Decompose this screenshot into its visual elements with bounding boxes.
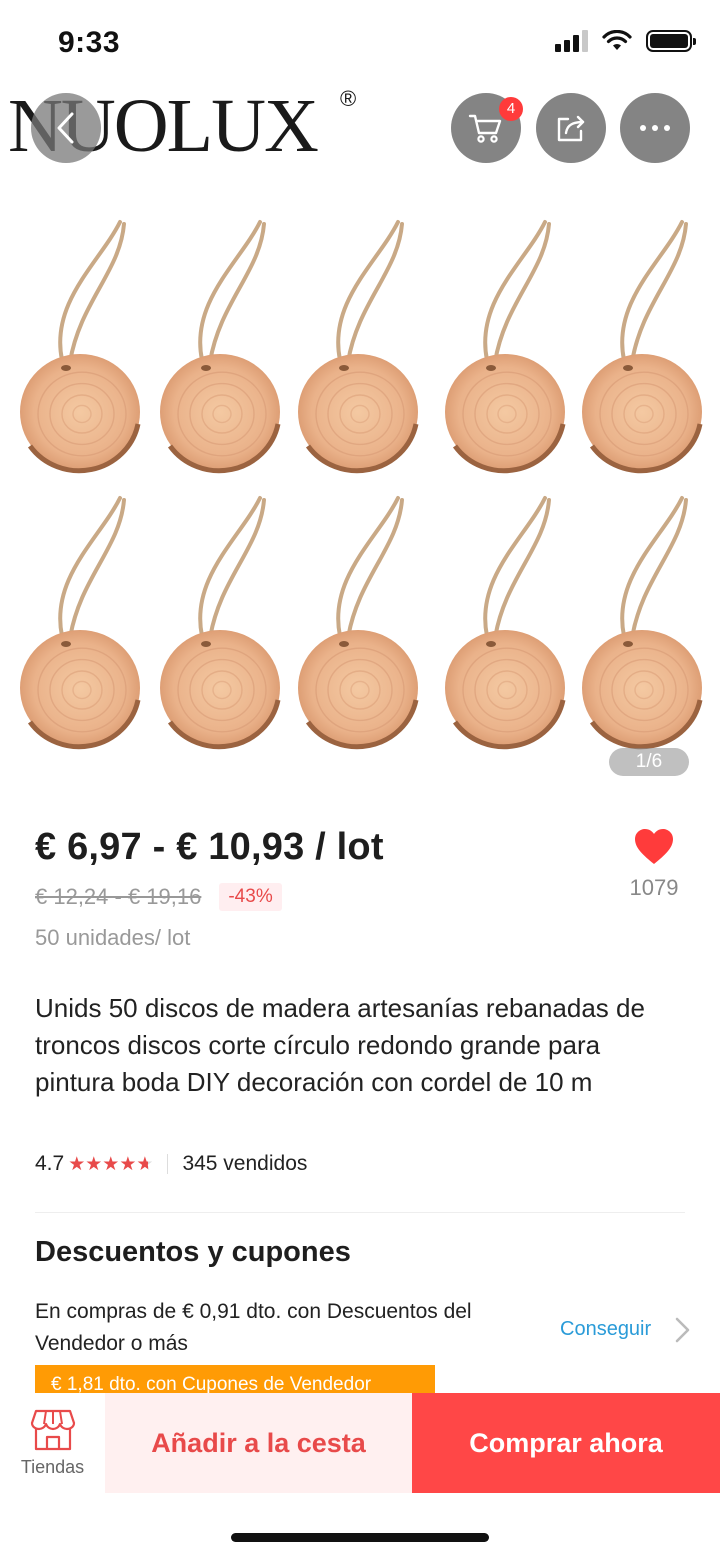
original-price: € 12,24 - € 19,16 <box>35 884 202 909</box>
wood-slice-ornament <box>582 496 703 750</box>
wood-slice-ornament <box>298 220 419 474</box>
rating-stars: ★ ★ ★ ★ ★ <box>68 1153 153 1176</box>
price-range: € 6,97 - € 10,93 / lot <box>35 826 384 868</box>
sold-count: 345 vendidos <box>182 1152 308 1175</box>
wood-slice-ornament <box>160 496 281 750</box>
cart-count-badge: 4 <box>499 97 523 121</box>
header: NUOLUX ® 4 <box>0 86 720 188</box>
buy-now-button[interactable]: Comprar ahora <box>412 1393 720 1493</box>
seller-coupon-tag[interactable]: € 1,81 dto. con Cupones de Vendedor <box>35 1365 435 1395</box>
get-coupon-link[interactable]: Conseguir <box>560 1318 651 1341</box>
wishlist-count: 1079 <box>629 875 679 900</box>
star-icon: ★ <box>119 1153 137 1175</box>
brand-registered-mark: ® <box>340 86 357 111</box>
discount-badge: -43% <box>219 883 282 911</box>
add-to-cart-button[interactable]: Añadir a la cesta <box>105 1393 412 1493</box>
share-button[interactable] <box>536 93 606 163</box>
rating-value: 4.7 <box>35 1152 65 1175</box>
rating-row[interactable]: 4.7 ★ ★ ★ ★ ★ 345 vendidos <box>35 1152 307 1176</box>
wood-slice-ornament <box>20 220 141 474</box>
more-options-button[interactable] <box>620 93 690 163</box>
store-icon <box>30 1409 75 1451</box>
units-per-lot: 50 unidades/ lot <box>35 925 191 950</box>
divider <box>35 1212 685 1213</box>
chevron-left-icon <box>57 112 74 144</box>
wood-slice-ornament <box>445 496 566 750</box>
heart-icon <box>635 829 673 864</box>
star-icon: ★ <box>85 1153 103 1175</box>
shops-button[interactable]: Tiendas <box>0 1393 105 1493</box>
image-counter: 1/6 <box>609 748 689 776</box>
status-icons <box>555 30 696 52</box>
wood-slice-ornament <box>445 220 566 474</box>
product-image <box>20 220 703 750</box>
wood-slice-ornament <box>20 496 141 750</box>
price-original-row: € 12,24 - € 19,16 -43% <box>35 883 685 911</box>
product-title: Unids 50 discos de madera artesanías reb… <box>35 993 645 1097</box>
back-button[interactable] <box>31 93 101 163</box>
status-bar: 9:33 <box>0 0 720 88</box>
coupons-heading: Descuentos y cupones <box>35 1236 351 1268</box>
shops-label: Tiendas <box>20 1457 85 1477</box>
wood-slice-ornament <box>160 220 281 474</box>
cart-icon <box>468 114 502 143</box>
coupon-description: En compras de € 0,91 dto. con Descuentos… <box>35 1300 472 1355</box>
more-dots-icon <box>640 125 670 131</box>
home-indicator[interactable] <box>231 1533 489 1542</box>
star-icon: ★ <box>68 1153 86 1175</box>
wifi-icon <box>602 30 632 50</box>
signal-icon <box>555 30 588 52</box>
wood-slice-ornament <box>582 220 703 474</box>
price-block: € 6,97 - € 10,93 / lot € 12,24 - € 19,16… <box>35 826 685 951</box>
battery-icon <box>646 30 696 52</box>
share-icon <box>557 115 585 142</box>
wood-slice-ornament <box>298 496 419 750</box>
wishlist-button[interactable]: 1079 <box>624 828 684 901</box>
half-star-icon: ★ <box>136 1153 154 1175</box>
separator <box>167 1154 169 1174</box>
status-time: 9:33 <box>58 26 121 59</box>
chevron-right-icon[interactable] <box>672 1316 692 1344</box>
cart-button[interactable]: 4 <box>451 93 523 163</box>
star-icon: ★ <box>102 1153 120 1175</box>
product-image-gallery[interactable]: 1/6 <box>0 200 720 800</box>
